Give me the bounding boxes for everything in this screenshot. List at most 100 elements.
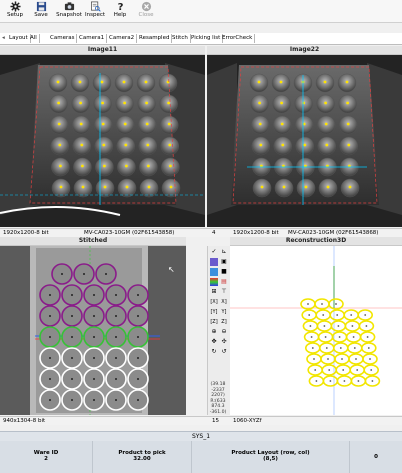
inspect-icon xyxy=(90,1,101,12)
view-yr-icon[interactable]: Y] xyxy=(220,308,228,316)
stitched-view[interactable] xyxy=(0,246,186,415)
layers-icon[interactable] xyxy=(210,268,218,276)
ring-center xyxy=(137,315,139,317)
inspect-button[interactable]: Inspect xyxy=(83,1,107,21)
save-view-icon[interactable]: ■ xyxy=(220,268,228,276)
product-center xyxy=(327,358,329,360)
detection-point xyxy=(304,185,308,189)
help-label: Help xyxy=(113,12,127,18)
ware-id-cell: Ware ID 2 xyxy=(0,441,93,473)
save-button[interactable]: Save xyxy=(28,1,54,21)
product-center xyxy=(343,380,346,382)
tab-all[interactable]: All xyxy=(28,34,40,43)
panel-index: 4 xyxy=(212,230,216,236)
ring-center xyxy=(115,336,117,338)
product-center xyxy=(311,347,314,349)
rotate-icon[interactable]: ↻ xyxy=(210,348,218,356)
product-center xyxy=(335,303,337,305)
help-button[interactable]: ? Help xyxy=(107,1,133,21)
reset-icon[interactable]: ↺ xyxy=(220,348,228,356)
zoom-in-icon[interactable]: ⊕ xyxy=(210,328,218,336)
tab-picking-list[interactable]: Picking list xyxy=(189,34,224,43)
tab-errorcheck[interactable]: ErrorCheck xyxy=(220,34,256,43)
detection-point xyxy=(258,122,262,126)
product-center xyxy=(364,314,367,316)
snapshot-button[interactable]: Snapshot xyxy=(55,1,83,21)
tab-arrow-icon[interactable]: ◂ xyxy=(0,34,7,43)
ring-center xyxy=(93,294,95,296)
snapshot-label: Snapshot xyxy=(56,12,82,18)
detection-point xyxy=(346,122,350,126)
image22-canvas xyxy=(207,55,402,227)
ring-center xyxy=(115,399,117,401)
image11-canvas xyxy=(0,55,205,227)
view-z-icon[interactable]: [Z] xyxy=(210,318,218,326)
tab-cameras[interactable]: Cameras xyxy=(48,34,78,43)
ring-center xyxy=(61,273,63,275)
coordinate-readout: (39.18 -2337 2207) R:(633 874.3 -361.0) xyxy=(209,382,227,415)
ring-center xyxy=(71,315,73,317)
view-zr-icon[interactable]: Z] xyxy=(220,318,228,326)
view-x-icon[interactable]: [X] xyxy=(210,298,218,306)
reconstruction-format: 1060-XYZf xyxy=(233,418,262,424)
counter-cell: 0 xyxy=(350,441,402,473)
close-button[interactable]: Close xyxy=(133,1,159,21)
ring-center xyxy=(49,315,51,317)
ring-center xyxy=(93,399,95,401)
product-center xyxy=(328,369,331,371)
tab-stitch[interactable]: Stitch xyxy=(170,34,191,43)
help-icon: ? xyxy=(117,2,123,12)
ring-center xyxy=(137,357,139,359)
move-icon[interactable]: ✣ xyxy=(220,338,228,346)
product-center xyxy=(370,369,373,371)
chart-icon[interactable]: ▤ xyxy=(220,278,228,286)
camera-icon xyxy=(64,2,74,11)
view-yy-icon[interactable]: [Y] xyxy=(210,308,218,316)
setup-button[interactable]: Setup xyxy=(2,1,28,21)
view-xr-icon[interactable]: X] xyxy=(220,298,228,306)
detection-point xyxy=(122,80,126,84)
check-icon[interactable]: ✓ xyxy=(210,248,218,256)
tab-resampled[interactable]: Resampled xyxy=(137,34,173,43)
svg-text:?: ? xyxy=(117,2,123,12)
ring-center xyxy=(49,336,51,338)
ring-center xyxy=(137,294,139,296)
colormap-icon[interactable] xyxy=(210,278,218,286)
image-icon[interactable]: ▣ xyxy=(220,258,228,266)
tab-camera2[interactable]: Camera2 xyxy=(107,34,138,43)
tab-camera1[interactable]: Camera1 xyxy=(77,34,108,43)
ring-center xyxy=(71,378,73,380)
counter-value: 0 xyxy=(374,454,378,460)
image22-camera-id: MV-CA023-10GM (02F61543868) xyxy=(288,230,379,236)
product-layout-value: (8,5) xyxy=(263,456,278,462)
detection-point xyxy=(280,101,283,105)
view-y-icon[interactable]: ⊤ xyxy=(220,288,228,296)
palette-icon[interactable] xyxy=(210,258,218,266)
product-center xyxy=(313,358,315,360)
detection-point xyxy=(59,164,62,168)
product-center xyxy=(341,358,343,360)
image11-view[interactable] xyxy=(0,55,205,227)
ring-center xyxy=(71,399,73,401)
detection-point xyxy=(346,101,349,105)
detection-point xyxy=(260,185,264,189)
detection-point xyxy=(169,164,172,168)
product-center xyxy=(357,380,360,382)
pan-icon[interactable]: ✥ xyxy=(210,338,218,346)
product-center xyxy=(308,314,311,316)
product-center xyxy=(371,380,374,382)
grid-icon[interactable]: ⊞ xyxy=(210,288,218,296)
ring-center xyxy=(49,357,51,359)
detection-point xyxy=(146,143,150,147)
axis-icon[interactable]: ⊾ xyxy=(220,248,228,256)
zoom-out-icon[interactable]: ⊖ xyxy=(220,328,228,336)
detection-point xyxy=(168,143,172,147)
product-center xyxy=(353,347,356,349)
setup-label: Setup xyxy=(6,12,23,18)
detection-point xyxy=(167,122,171,126)
product-center xyxy=(310,336,313,338)
image22-view[interactable] xyxy=(207,55,402,227)
image11-resolution: 1920x1200-8 bit xyxy=(3,230,49,236)
detection-point xyxy=(303,143,307,147)
reconstruction-view[interactable] xyxy=(230,246,402,415)
